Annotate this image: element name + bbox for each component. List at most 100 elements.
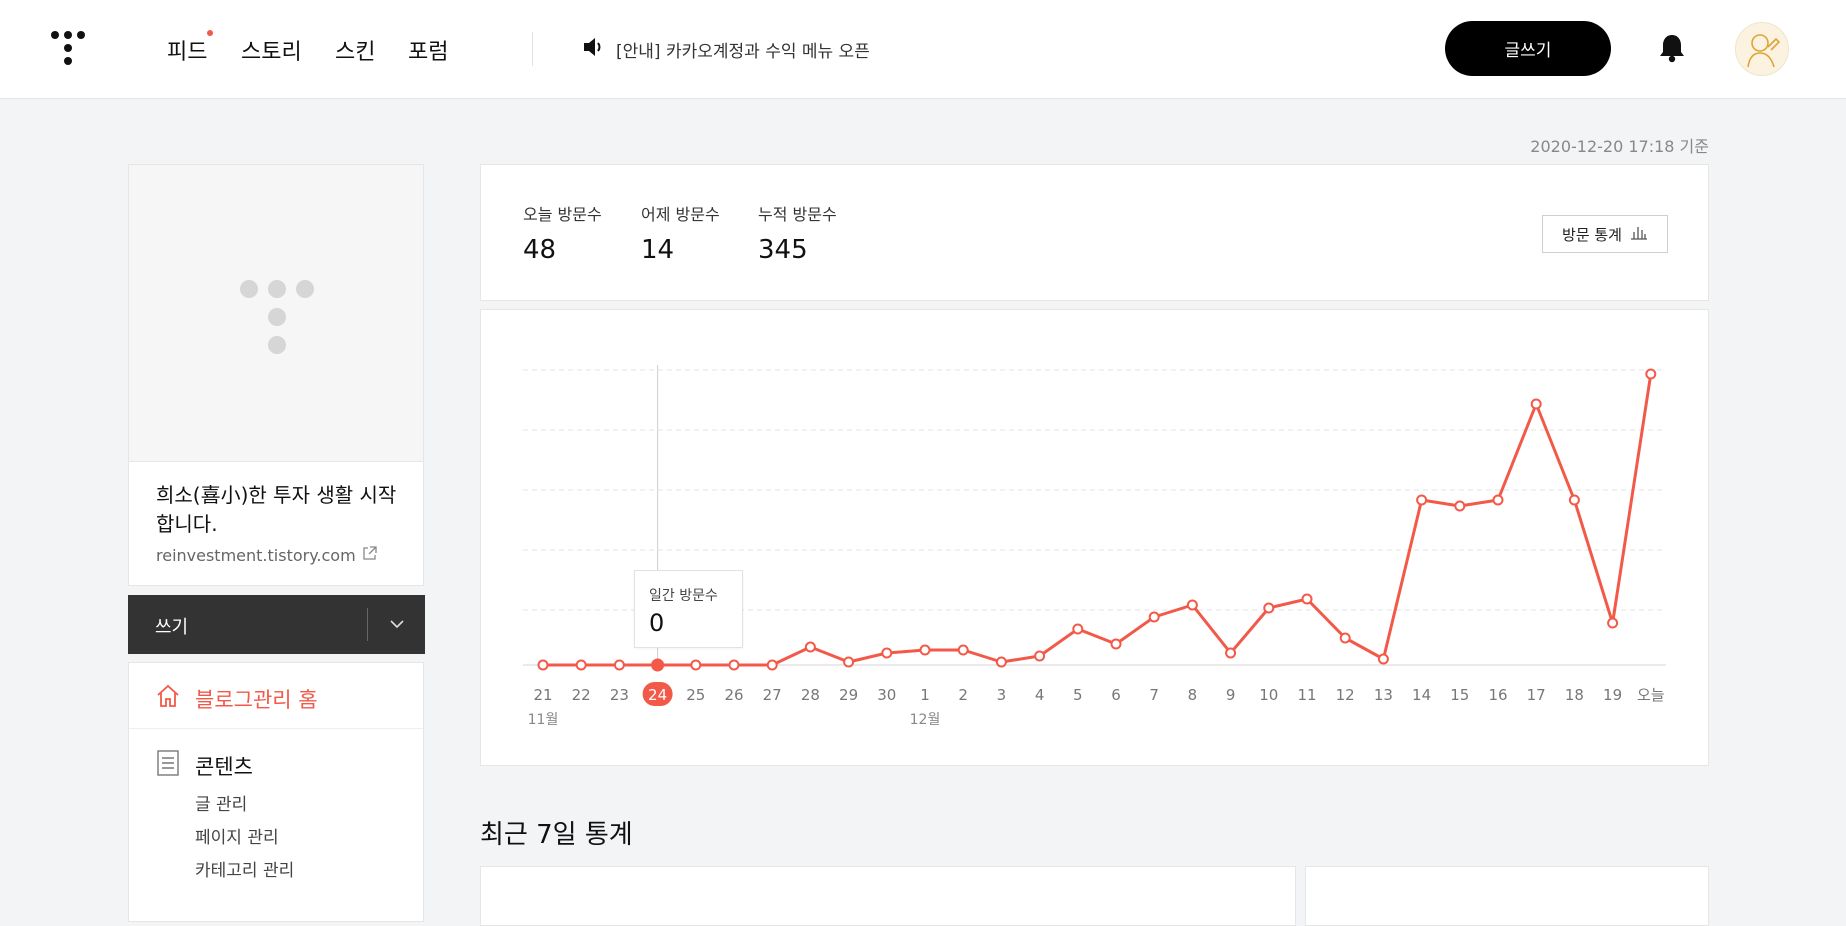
data-point [1148, 611, 1160, 623]
sidebar-menu: 블로그관리 홈 콘텐츠 글 관리 페이지 관리 카테고리 관리 [128, 662, 424, 922]
x-tick-label: 21 [533, 686, 552, 704]
stat-today-label: 오늘 방문수 [523, 205, 602, 224]
bar-chart-icon [1630, 224, 1648, 244]
nav-story[interactable]: 스토리 [241, 34, 302, 66]
speaker-icon [582, 36, 606, 63]
x-tick-label: 23 [610, 686, 629, 704]
data-point [957, 644, 969, 656]
data-point [613, 659, 625, 671]
x-tick-label: 9 [1226, 686, 1236, 704]
x-tick-label: 26 [724, 686, 743, 704]
nav-skin[interactable]: 스킨 [335, 34, 375, 66]
data-point [1186, 599, 1198, 611]
chevron-down-icon[interactable] [384, 611, 410, 637]
blog-title: 희소(喜小)한 투자 생활 시작합니다. [156, 483, 397, 536]
chart-tooltip: 일간 방문수 0 [634, 570, 743, 648]
nav-forum[interactable]: 포럼 [408, 34, 448, 66]
tistory-logo-icon[interactable] [50, 30, 90, 70]
visitor-stats-card: 오늘 방문수 48 어제 방문수 14 누적 방문수 345 방문 통계 [480, 164, 1709, 301]
data-point [1072, 623, 1084, 635]
data-point [766, 659, 778, 671]
x-tick-label: 19 [1603, 686, 1622, 704]
x-tick-label: 10 [1259, 686, 1278, 704]
x-tick-label-highlighted: 24 [648, 686, 667, 704]
data-point [537, 659, 549, 671]
x-tick-label: 1 [920, 686, 930, 704]
recent-stats-panel-left [480, 866, 1296, 926]
tooltip-label: 일간 방문수 [649, 588, 718, 604]
data-point [1645, 368, 1657, 380]
stat-yesterday-value: 14 [641, 235, 675, 265]
notice-text: [안내] 카카오계정과 수익 메뉴 오픈 [616, 42, 870, 62]
x-tick-label: 8 [1188, 686, 1198, 704]
data-point [1263, 602, 1275, 614]
x-tick-label: 17 [1527, 686, 1546, 704]
month-label: 12월 [910, 712, 941, 728]
data-point [804, 641, 816, 653]
visit-stats-label: 방문 통계 [1562, 225, 1622, 244]
recent-stats-panel-right [1305, 866, 1709, 926]
sidebar-write-bar: 쓰기 [128, 595, 425, 654]
x-tick-label: 4 [1035, 686, 1045, 704]
visit-stats-button[interactable]: 방문 통계 [1542, 215, 1668, 253]
write-bar-divider [367, 608, 368, 641]
nav-forum-label: 포럼 [408, 40, 449, 65]
x-tick-label: 22 [572, 686, 591, 704]
data-point [728, 659, 740, 671]
recent-7days-title: 최근 7일 통계 [480, 820, 633, 850]
blog-profile-image[interactable] [129, 165, 423, 462]
stat-total-value: 345 [758, 235, 808, 265]
data-point [1110, 638, 1122, 650]
header-divider [532, 32, 533, 66]
sidebar-section-label: 콘텐츠 [195, 754, 253, 779]
x-tick-label: 3 [997, 686, 1007, 704]
x-tick-label: 6 [1111, 686, 1121, 704]
sidebar-item-posts[interactable]: 글 관리 [195, 790, 247, 815]
stats-basis-time: 2020-12-20 17:18 기준 [1530, 137, 1709, 156]
menu-divider [129, 728, 423, 729]
user-avatar[interactable] [1735, 22, 1789, 76]
external-link-icon [362, 545, 378, 565]
data-point [1377, 653, 1389, 665]
data-point [1454, 500, 1466, 512]
data-point [1530, 398, 1542, 410]
stat-today: 오늘 방문수 48 [523, 201, 602, 265]
data-point [1416, 494, 1428, 506]
x-tick-label: 13 [1374, 686, 1393, 704]
line-chart: 21 22 23 24 25 26 27 28 29 30 1 2 3 4 5 6 7 8 9 10 11 12 13 14 1… [523, 365, 1666, 728]
stat-total-label: 누적 방문수 [758, 205, 837, 224]
notice-link[interactable]: [안내] 카카오계정과 수익 메뉴 오픈 [582, 36, 870, 63]
data-point [1301, 593, 1313, 605]
sidebar-write-button[interactable]: 쓰기 [155, 613, 188, 639]
sidebar-item-pages[interactable]: 페이지 관리 [195, 823, 279, 848]
sidebar-item-home-label: 블로그관리 홈 [195, 687, 318, 712]
bell-icon[interactable] [1658, 32, 1686, 64]
sidebar-section-contents[interactable]: 콘텐츠 [155, 749, 253, 782]
data-point [1492, 494, 1504, 506]
x-tick-label: 15 [1450, 686, 1469, 704]
x-tick-label: 25 [686, 686, 705, 704]
nav-feed[interactable]: 피드 [167, 30, 214, 66]
data-point [575, 659, 587, 671]
write-post-button[interactable]: 글쓰기 [1445, 21, 1611, 76]
sidebar-item-home[interactable]: 블로그관리 홈 [155, 683, 318, 714]
x-tick-label: 5 [1073, 686, 1083, 704]
stat-yesterday-label: 어제 방문수 [641, 205, 720, 224]
new-indicator-dot [207, 30, 214, 36]
data-point [995, 656, 1007, 668]
blog-url-text: reinvestment.tistory.com [156, 545, 356, 565]
x-tick-label: 2 [958, 686, 968, 704]
x-tick-label: 오늘 [1637, 686, 1665, 704]
x-tick-label: 7 [1149, 686, 1159, 704]
blog-url-link[interactable]: reinvestment.tistory.com [156, 545, 378, 565]
home-icon [155, 683, 181, 714]
tooltip-value: 0 [649, 609, 665, 637]
daily-visitors-chart: 21 22 23 24 25 26 27 28 29 30 1 2 3 4 5 6 7 8 9 10 11 12 13 14 1… [480, 309, 1709, 766]
nav-feed-label: 피드 [167, 40, 208, 65]
data-point [1568, 494, 1580, 506]
stat-total: 누적 방문수 345 [758, 201, 837, 265]
x-tick-label: 27 [763, 686, 782, 704]
sidebar-item-categories[interactable]: 카테고리 관리 [195, 856, 294, 881]
x-tick-label: 29 [839, 686, 858, 704]
stat-yesterday: 어제 방문수 14 [641, 201, 720, 265]
